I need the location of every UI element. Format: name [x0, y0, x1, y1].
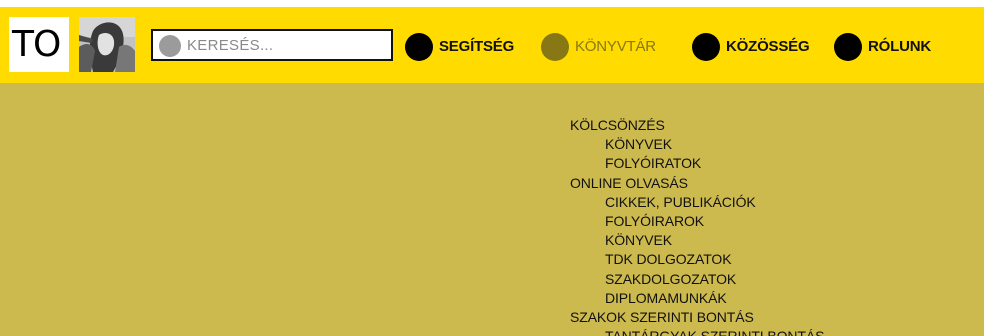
menu-item-szakok-szerinti-bontas[interactable]: SZAKOK SZERINTI BONTÁS — [570, 308, 824, 327]
nav-bullet-icon — [405, 33, 433, 61]
menu-item-online-olvasas[interactable]: ONLINE OLVASÁS — [570, 174, 824, 193]
site-logo[interactable]: TO — [9, 17, 69, 72]
nav-item-label: KÖNYVTÁR — [575, 38, 656, 55]
search-icon — [159, 35, 181, 57]
menu-item-tdk-dolgozatok[interactable]: TDK DOLGOZATOK — [570, 250, 824, 269]
nav-item-label: SEGÍTSÉG — [439, 38, 515, 55]
menu-item-kolcsonzes-konyvek[interactable]: KÖNYVEK — [570, 135, 824, 154]
menu-item-cikkek-publikaciok[interactable]: CIKKEK, PUBLIKÁCIÓK — [570, 193, 824, 212]
page: TO KERESÉS... SEGÍTSÉG KÖNYVTÁR KÖZÖSSÉG… — [0, 0, 984, 336]
top-navigation-bar: TO KERESÉS... SEGÍTSÉG KÖNYVTÁR KÖZÖSSÉG… — [0, 7, 984, 83]
menu-item-online-konyvek[interactable]: KÖNYVEK — [570, 231, 824, 250]
avatar-photo — [79, 17, 135, 72]
menu-item-kolcsonzes[interactable]: KÖLCSÖNZÉS — [570, 116, 824, 135]
menu-item-diplomamunkak[interactable]: DIPLOMAMUNKÁK — [570, 289, 824, 308]
nav-item-label: KÖZÖSSÉG — [726, 38, 810, 55]
main-content-area — [0, 83, 984, 336]
nav-bullet-icon — [541, 33, 569, 61]
library-dropdown-menu: KÖLCSÖNZÉS KÖNYVEK FOLYÓIRATOK ONLINE OL… — [570, 116, 824, 336]
nav-bullet-icon — [692, 33, 720, 61]
nav-bullet-icon — [834, 33, 862, 61]
user-avatar[interactable] — [79, 17, 135, 72]
menu-item-szakdolgozatok[interactable]: SZAKDOLGOZATOK — [570, 270, 824, 289]
nav-item-label: RÓLUNK — [868, 38, 931, 55]
menu-item-tantargyak-szerinti-bontas[interactable]: TANTÁRGYAK SZERINTI BONTÁS — [570, 327, 824, 336]
search-input[interactable]: KERESÉS... — [151, 29, 393, 61]
search-placeholder: KERESÉS... — [187, 37, 274, 54]
menu-item-online-folyoiratok[interactable]: FOLYÓIRAROK — [570, 212, 824, 231]
menu-item-kolcsonzes-folyoiratok[interactable]: FOLYÓIRATOK — [570, 154, 824, 173]
